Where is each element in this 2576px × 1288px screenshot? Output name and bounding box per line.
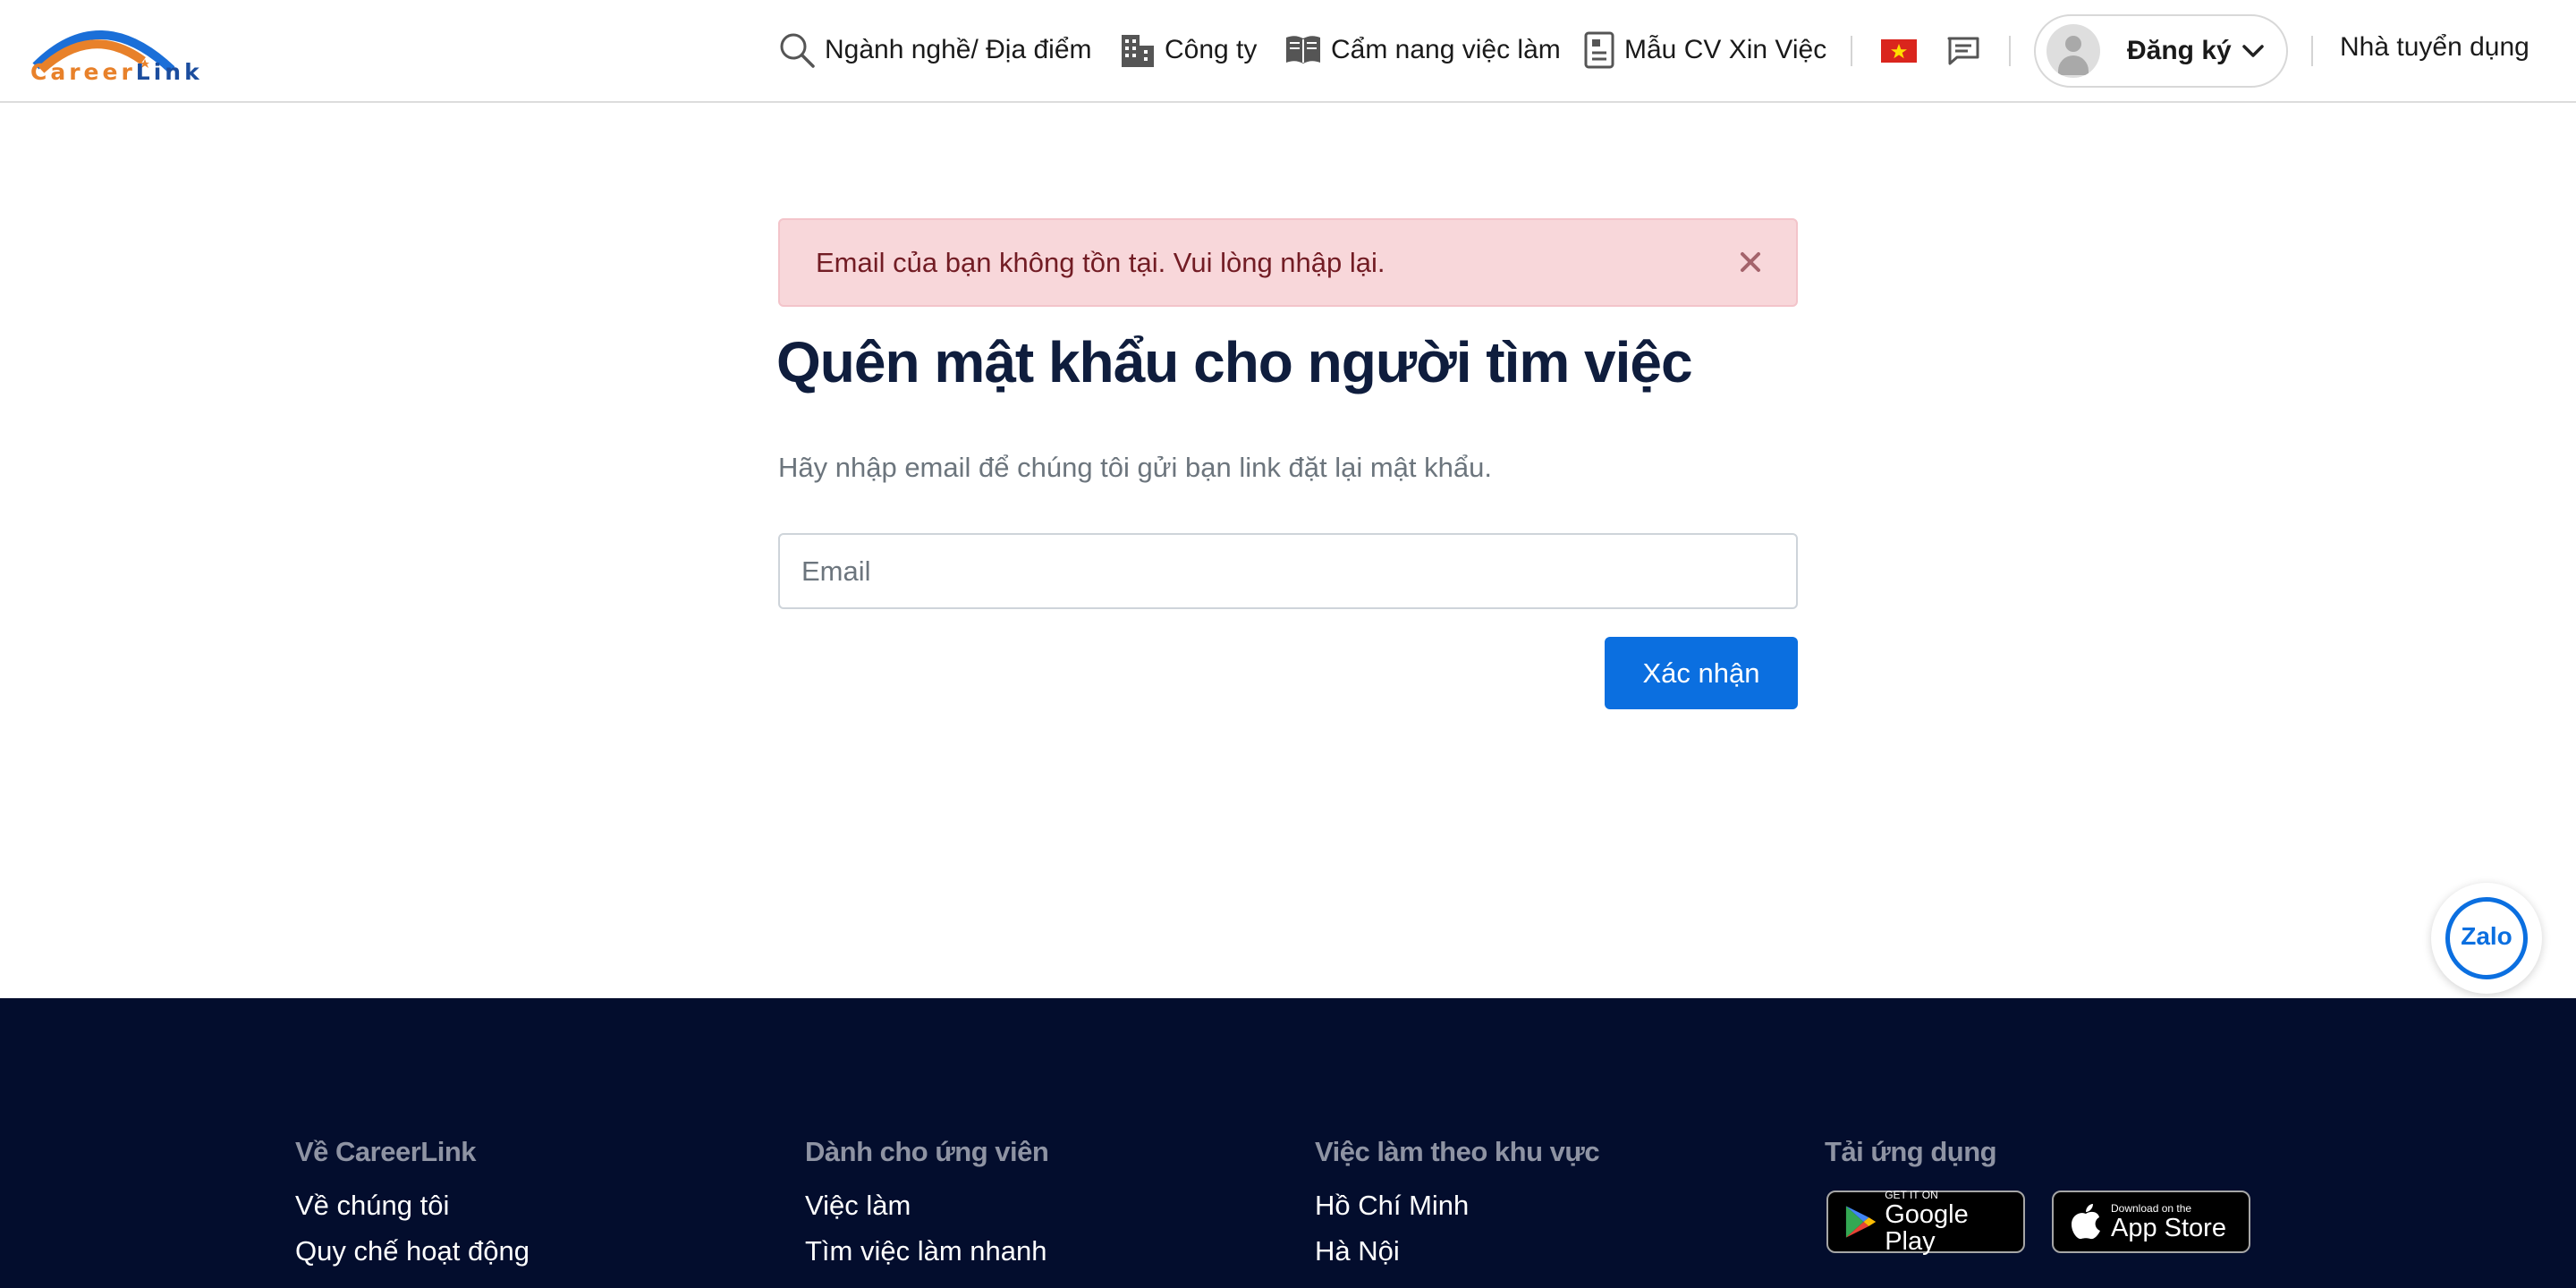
footer-column-regions: Việc làm theo khu vực Hồ Chí Minh Hà Nội: [1315, 1136, 1600, 1281]
page-subtitle: Hãy nhập email để chúng tôi gửi bạn link…: [778, 452, 1492, 483]
close-icon[interactable]: [1739, 250, 1762, 274]
register-label: Đăng ký: [2127, 36, 2232, 65]
nav-label: Mẫu CV Xin Việc: [1624, 35, 1827, 64]
store-big-label: Google Play: [1885, 1200, 1969, 1256]
building-icon: [1122, 35, 1154, 67]
document-icon: [1584, 31, 1614, 69]
search-icon: [780, 33, 815, 68]
google-play-text: GET IT ON Google Play: [1885, 1189, 2023, 1255]
book-icon: [1286, 36, 1320, 64]
logo-text-career: Career: [30, 59, 136, 85]
footer-column-candidates: Dành cho ứng viên Việc làm Tìm việc làm …: [805, 1136, 1049, 1281]
footer-link[interactable]: Hồ Chí Minh: [1315, 1190, 1599, 1235]
footer-link[interactable]: Việc làm: [805, 1190, 1048, 1235]
app-store-text: Download on the App Store: [2111, 1202, 2226, 1241]
flag-star-icon: [1891, 44, 1907, 59]
employer-link[interactable]: Nhà tuyển dụng: [2340, 32, 2529, 63]
nav-career-guide[interactable]: Cẩm nang việc làm: [1284, 27, 1561, 73]
careerlink-logo[interactable]: CareerLink: [29, 14, 199, 91]
store-big-label: App Store: [2111, 1214, 2226, 1242]
alert-message: Email của bạn không tồn tại. Vui lòng nh…: [816, 247, 1385, 278]
logo-text: CareerLink: [30, 59, 203, 85]
email-field[interactable]: [778, 533, 1798, 609]
message-icon[interactable]: [1946, 36, 1980, 66]
nav-cv-templates[interactable]: Mẫu CV Xin Việc: [1583, 27, 1826, 73]
chevron-down-icon: [2242, 45, 2264, 57]
store-small-label: GET IT ON: [1885, 1189, 1938, 1201]
footer-column-apps: Tải ứng dụng: [1825, 1136, 1997, 1190]
nav-companies[interactable]: Công ty: [1120, 27, 1257, 73]
store-small-label: Download on the: [2111, 1202, 2192, 1215]
nav-label: Ngành nghề/ Địa điểm: [825, 35, 1092, 64]
footer-link[interactable]: Tìm việc làm nhanh: [805, 1235, 1048, 1281]
nav-label: Công ty: [1165, 35, 1258, 64]
vietnam-flag-icon[interactable]: [1881, 39, 1917, 63]
error-alert: Email của bạn không tồn tại. Vui lòng nh…: [778, 218, 1798, 307]
footer-heading: Về CareerLink: [295, 1136, 476, 1167]
nav-industry-location[interactable]: Ngành nghề/ Địa điểm: [778, 27, 1092, 73]
footer-heading: Việc làm theo khu vực: [1315, 1136, 1600, 1167]
site-footer: Về CareerLink Về chúng tôi Quy chế hoạt …: [0, 998, 2576, 1288]
account-dropdown[interactable]: Đăng ký: [2034, 14, 2288, 88]
footer-heading: Dành cho ứng viên: [805, 1136, 1049, 1167]
google-play-button[interactable]: GET IT ON Google Play: [1826, 1189, 2025, 1255]
footer-column-about: Về CareerLink Về chúng tôi Quy chế hoạt …: [295, 1136, 530, 1281]
footer-heading: Tải ứng dụng: [1825, 1136, 1997, 1167]
logo-text-link: Link: [135, 59, 203, 85]
app-store-button[interactable]: Download on the App Store: [2052, 1191, 2250, 1253]
nav-divider: [2311, 36, 2313, 66]
nav-divider: [1851, 36, 1852, 66]
zalo-chat-button[interactable]: Zalo: [2431, 883, 2542, 994]
apple-icon: [2072, 1204, 2100, 1240]
avatar: [2046, 24, 2100, 78]
footer-link[interactable]: Quy chế hoạt động: [295, 1235, 530, 1281]
nav-label: Cẩm nang việc làm: [1331, 35, 1561, 64]
nav-divider: [2009, 36, 2011, 66]
google-play-icon: [1845, 1206, 1877, 1238]
zalo-label: Zalo: [2461, 922, 2512, 950]
site-header: CareerLink Ngành nghề/ Địa điểm Công ty: [0, 0, 2576, 103]
page-title: Quên mật khẩu cho người tìm việc: [776, 330, 1693, 394]
footer-link[interactable]: Hà Nội: [1315, 1235, 1599, 1281]
submit-button[interactable]: Xác nhận: [1605, 637, 1798, 709]
footer-link[interactable]: Về chúng tôi: [295, 1190, 530, 1235]
